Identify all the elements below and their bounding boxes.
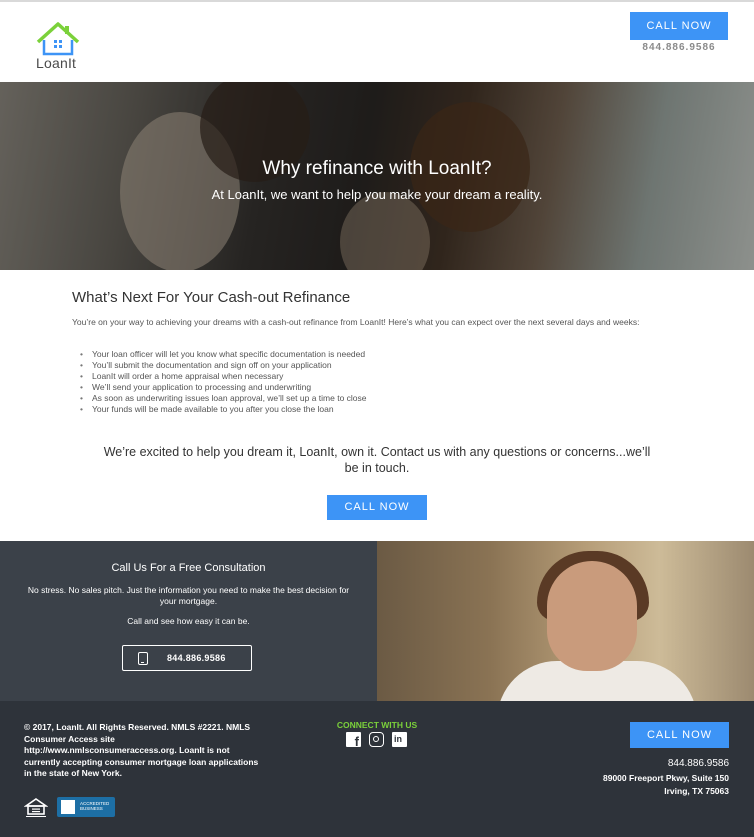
header-call-now-button[interactable]: CALL NOW bbox=[630, 12, 728, 40]
list-item: As soon as underwriting issues loan appr… bbox=[80, 393, 367, 404]
list-item: Your loan officer will let you know what… bbox=[80, 349, 367, 360]
bbb-label: ACCREDITED BUSINESS bbox=[80, 801, 110, 811]
page-title: What’s Next For Your Cash-out Refinance bbox=[72, 289, 351, 306]
connect-label: CONNECT WITH US bbox=[336, 720, 418, 730]
footer-legal-text: © 2017, LoanIt. All Rights Reserved. NML… bbox=[24, 722, 259, 778]
list-item: We’ll send your application to processin… bbox=[80, 382, 367, 393]
site-footer: © 2017, LoanIt. All Rights Reserved. NML… bbox=[0, 701, 754, 837]
closing-message: We’re excited to help you dream it, Loan… bbox=[103, 445, 651, 475]
bbb-logo-icon bbox=[61, 800, 75, 814]
site-header: LoanIt CALL NOW 844.886.9586 bbox=[0, 2, 754, 82]
facebook-icon[interactable]: f bbox=[346, 732, 361, 748]
consultation-section: Call Us For a Free Consultation No stres… bbox=[0, 541, 377, 701]
header-phone-number[interactable]: 844.886.9586 bbox=[630, 42, 728, 53]
consultation-phone-button[interactable]: 844.886.9586 bbox=[122, 645, 252, 671]
instagram-icon[interactable] bbox=[369, 732, 384, 747]
next-steps-list: Your loan officer will let you know what… bbox=[80, 349, 367, 414]
footer-address-line1: 89000 Freeport Pkwy, Suite 150 bbox=[603, 773, 729, 783]
consultation-title: Call Us For a Free Consultation bbox=[111, 562, 266, 574]
footer-call-now-button[interactable]: CALL NOW bbox=[630, 722, 729, 748]
social-links: f in bbox=[346, 732, 410, 748]
footer-address-line2: Irving, TX 75063 bbox=[664, 786, 729, 796]
list-item: LoanIt will order a home appraisal when … bbox=[80, 371, 367, 382]
consultation-phone-number: 844.886.9586 bbox=[167, 653, 226, 663]
logo-text[interactable]: LoanIt bbox=[36, 55, 76, 71]
bbb-accredited-badge[interactable]: ACCREDITED BUSINESS bbox=[57, 797, 115, 817]
hero-banner: Why refinance with LoanIt? At LoanIt, we… bbox=[0, 82, 754, 270]
mobile-phone-icon bbox=[138, 652, 148, 665]
footer-badges: ACCREDITED BUSINESS bbox=[24, 797, 124, 819]
intro-paragraph: You’re on your way to achieving your dre… bbox=[72, 317, 640, 327]
list-item: You’ll submit the documentation and sign… bbox=[80, 360, 367, 371]
equal-housing-icon bbox=[24, 798, 48, 817]
hero-title: Why refinance with LoanIt? bbox=[262, 158, 492, 179]
list-item: Your funds will be made available to you… bbox=[80, 404, 367, 415]
support-agent-photo bbox=[377, 541, 754, 701]
linkedin-icon[interactable]: in bbox=[392, 732, 407, 747]
main-call-now-button[interactable]: CALL NOW bbox=[327, 495, 427, 520]
consultation-text: No stress. No sales pitch. Just the info… bbox=[27, 585, 350, 606]
consultation-text-secondary: Call and see how easy it can be. bbox=[127, 616, 250, 626]
hero-subtitle: At LoanIt, we want to help you make your… bbox=[211, 187, 543, 202]
footer-phone-number[interactable]: 844.886.9586 bbox=[560, 758, 729, 769]
